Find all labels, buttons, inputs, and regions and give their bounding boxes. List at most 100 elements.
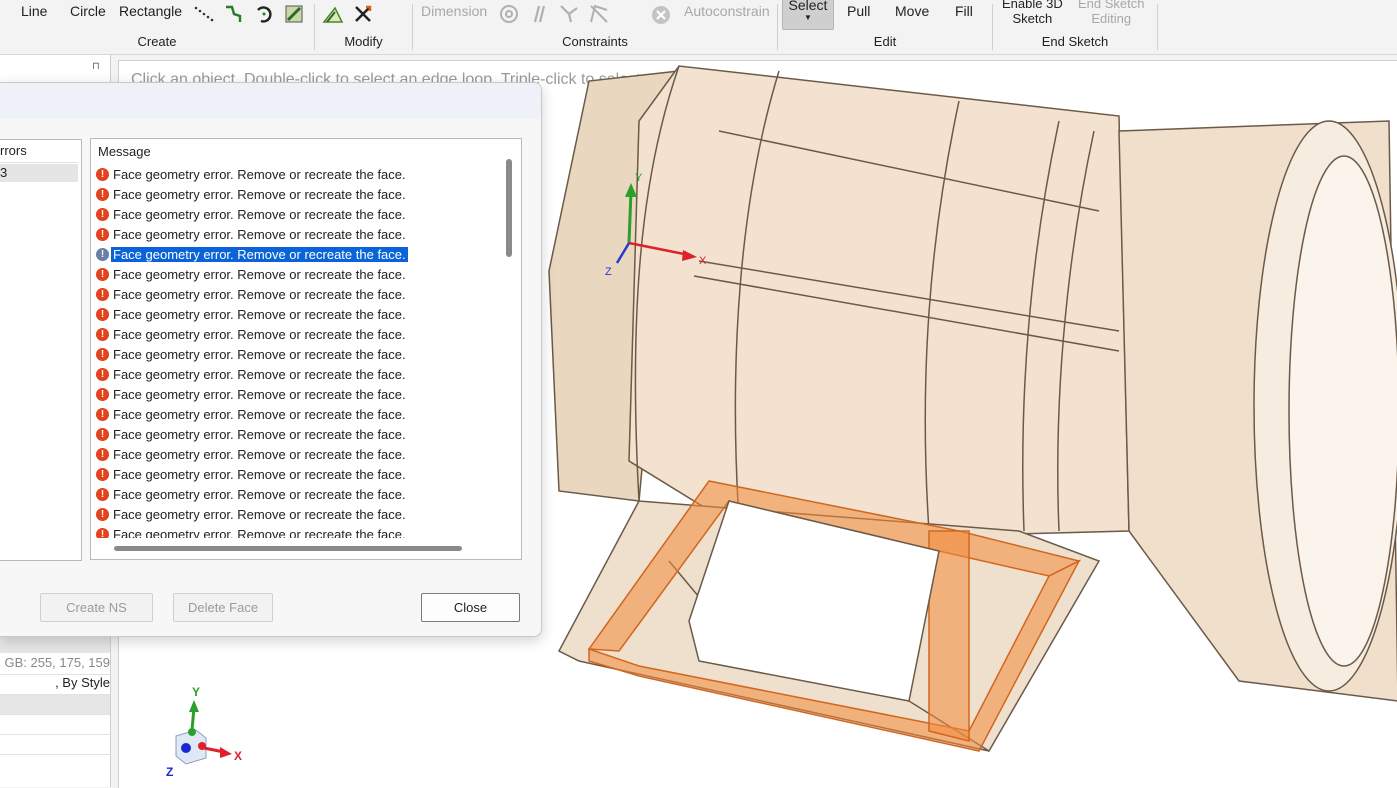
message-row[interactable]: ! Face geometry error. Remove or recreate…: [96, 424, 496, 444]
trim-icon[interactable]: [351, 2, 375, 26]
message-row[interactable]: ! Face geometry error. Remove or recreate…: [96, 444, 496, 464]
message-row[interactable]: ! Face geometry error. Remove or recreate…: [96, 304, 496, 324]
error-icon: !: [96, 407, 109, 421]
triad-y-label: Y: [192, 685, 200, 699]
message-row[interactable]: ! Face geometry error. Remove or recreate…: [96, 364, 496, 384]
delete-face-button[interactable]: Delete Face: [173, 593, 273, 622]
sketch-pencil-icon[interactable]: [282, 2, 306, 26]
message-row[interactable]: ! Face geometry error. Remove or recreate…: [96, 164, 496, 184]
style-property[interactable]: , By Style: [0, 675, 110, 695]
end-editing-line2: Editing: [1091, 11, 1132, 26]
spline-icon[interactable]: [192, 2, 216, 26]
message-text: Face geometry error. Remove or recreate …: [113, 326, 406, 342]
message-row[interactable]: ! Face geometry error. Remove or recreate…: [96, 224, 496, 244]
autoconstrain-tool[interactable]: Autoconstrain: [684, 3, 770, 19]
error-icon: !: [96, 247, 109, 261]
error-icon: !: [96, 467, 109, 481]
message-row[interactable]: ! Face geometry error. Remove or recreate…: [96, 244, 496, 264]
scene-y-label: Y: [635, 172, 643, 184]
pin-icon[interactable]: ⊓: [92, 61, 100, 72]
message-row[interactable]: ! Face geometry error. Remove or recreate…: [96, 384, 496, 404]
circle-tool[interactable]: Circle: [70, 3, 106, 19]
constraints-group-title: Constraints: [562, 34, 628, 49]
remove-constraint-icon[interactable]: [649, 3, 673, 27]
message-text: Face geometry error. Remove or recreate …: [113, 446, 406, 462]
message-row[interactable]: ! Face geometry error. Remove or recreate…: [96, 464, 496, 484]
end-sketch-editing-button[interactable]: End Sketch Editing: [1078, 0, 1145, 26]
dialog-title-bar[interactable]: [0, 83, 541, 119]
rectangle-tool[interactable]: Rectangle: [119, 3, 182, 19]
error-icon: !: [96, 387, 109, 401]
message-text: Face geometry error. Remove or recreate …: [113, 206, 406, 222]
vertical-scrollbar[interactable]: [506, 159, 512, 257]
message-row[interactable]: ! Face geometry error. Remove or recreate…: [96, 324, 496, 344]
scene-z-label: Z: [605, 266, 612, 278]
pull-tool[interactable]: Pull: [847, 3, 870, 19]
create-group: Line Circle Rectangle Create: [0, 0, 314, 54]
error-icon: !: [96, 507, 109, 521]
concentric-icon[interactable]: [497, 2, 521, 26]
error-icon: !: [96, 307, 109, 321]
close-button[interactable]: Close: [421, 593, 520, 622]
message-row[interactable]: ! Face geometry error. Remove or recreate…: [96, 204, 496, 224]
tangent-icon[interactable]: [557, 2, 581, 26]
message-text: Face geometry error. Remove or recreate …: [113, 226, 406, 242]
message-list[interactable]: Message ! Face geometry error. Remove or …: [90, 138, 522, 560]
triad-x-label: X: [234, 749, 242, 763]
message-row[interactable]: ! Face geometry error. Remove or recreate…: [96, 484, 496, 504]
end-sketch-group: Enable 3D Sketch End Sketch Editing End …: [993, 0, 1157, 54]
arc-icon[interactable]: [252, 2, 276, 26]
perpendicular-icon[interactable]: [587, 2, 611, 26]
line-tool[interactable]: Line: [21, 3, 47, 19]
offset-icon[interactable]: [321, 2, 345, 26]
move-tool[interactable]: Move: [895, 3, 929, 19]
message-rows: ! Face geometry error. Remove or recreate…: [96, 164, 496, 538]
property-row: [0, 715, 110, 735]
error-icon: !: [96, 327, 109, 341]
message-row[interactable]: ! Face geometry error. Remove or recreate…: [96, 284, 496, 304]
message-text: Face geometry error. Remove or recreate …: [113, 486, 406, 502]
property-row: [0, 695, 110, 715]
category-row[interactable]: 3: [0, 164, 78, 182]
select-tool[interactable]: Select ▼: [782, 0, 834, 30]
scene-x-label: X: [699, 255, 707, 267]
message-text: Face geometry error. Remove or recreate …: [113, 426, 406, 442]
error-category-list[interactable]: rrors 3: [0, 139, 82, 561]
error-icon: !: [96, 487, 109, 501]
error-icon: !: [96, 267, 109, 281]
message-text: Face geometry error. Remove or recreate …: [113, 266, 406, 282]
message-row[interactable]: ! Face geometry error. Remove or recreate…: [96, 524, 496, 538]
message-text: Face geometry error. Remove or recreate …: [113, 466, 406, 482]
dimension-tool[interactable]: Dimension: [421, 3, 487, 19]
triad-z-label: Z: [166, 765, 173, 779]
color-property[interactable]: GB: 255, 175, 159: [0, 655, 110, 675]
view-triad[interactable]: Y X Z: [160, 680, 260, 780]
enable-3d-sketch-button[interactable]: Enable 3D Sketch: [1002, 0, 1063, 26]
error-icon: !: [96, 207, 109, 221]
message-row[interactable]: ! Face geometry error. Remove or recreate…: [96, 264, 496, 284]
enable-3d-line1: Enable 3D: [1002, 0, 1063, 11]
message-text: Face geometry error. Remove or recreate …: [113, 406, 406, 422]
error-icon: !: [96, 167, 109, 181]
polyline-icon[interactable]: [222, 2, 246, 26]
message-row[interactable]: ! Face geometry error. Remove or recreate…: [96, 344, 496, 364]
geometry-errors-dialog: rrors 3 Message ! Face geometry error. Re…: [0, 82, 542, 637]
parallel-icon[interactable]: [527, 2, 551, 26]
fill-tool[interactable]: Fill: [955, 3, 973, 19]
error-icon: !: [96, 187, 109, 201]
create-ns-button[interactable]: Create NS: [40, 593, 153, 622]
error-icon: !: [96, 527, 109, 538]
select-label: Select: [788, 0, 828, 13]
end-editing-line1: End Sketch: [1078, 0, 1145, 11]
constraints-group: Dimension Autoconstrain Constraints: [413, 0, 777, 54]
modify-group-title: Modify: [344, 34, 383, 49]
message-row[interactable]: ! Face geometry error. Remove or recreate…: [96, 184, 496, 204]
message-text: Face geometry error. Remove or recreate …: [113, 166, 406, 182]
horizontal-scrollbar[interactable]: [114, 546, 462, 551]
message-row[interactable]: ! Face geometry error. Remove or recreate…: [96, 404, 496, 424]
properties-header: [0, 635, 110, 653]
error-icon: !: [96, 347, 109, 361]
message-row[interactable]: ! Face geometry error. Remove or recreate…: [96, 504, 496, 524]
style-value: , By Style: [55, 675, 110, 690]
dropdown-caret-icon: ▼: [804, 13, 812, 22]
